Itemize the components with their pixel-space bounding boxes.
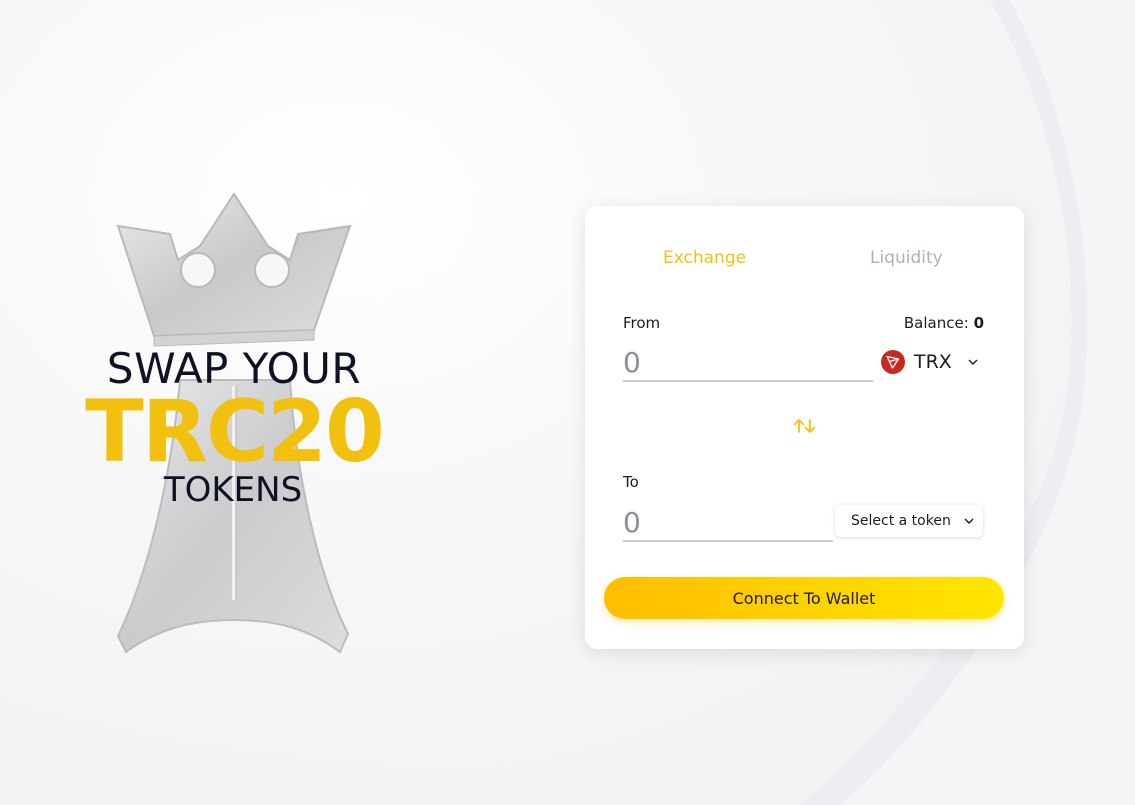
chevron-down-icon [964,518,974,524]
to-amount-input[interactable] [623,504,833,542]
swap-arrows-icon[interactable] [791,417,819,439]
balance-label: Balance: [903,314,969,332]
to-label: To [623,473,639,491]
from-label: From [623,314,661,332]
connect-wallet-button[interactable]: Connect To Wallet [604,577,1004,619]
select-token-dropdown[interactable]: Select a token [835,505,983,537]
tab-liquidity[interactable]: Liquidity [870,248,943,268]
chevron-down-icon [968,359,978,365]
tab-exchange[interactable]: Exchange [663,248,746,268]
swap-card: Exchange Liquidity From Balance: 0 TRX T… [585,206,1024,649]
hero-title-line3: TOKENS [163,470,303,510]
from-token-symbol: TRX [914,351,952,373]
from-token-selector[interactable]: TRX [881,350,978,374]
from-amount-input[interactable] [623,344,873,382]
select-token-label: Select a token [851,513,951,529]
balance-value: 0 [973,314,984,332]
hero-title-trc20: TRC20 [85,382,385,482]
balance-display: Balance: 0 [904,314,984,332]
tron-logo-icon [881,350,905,374]
